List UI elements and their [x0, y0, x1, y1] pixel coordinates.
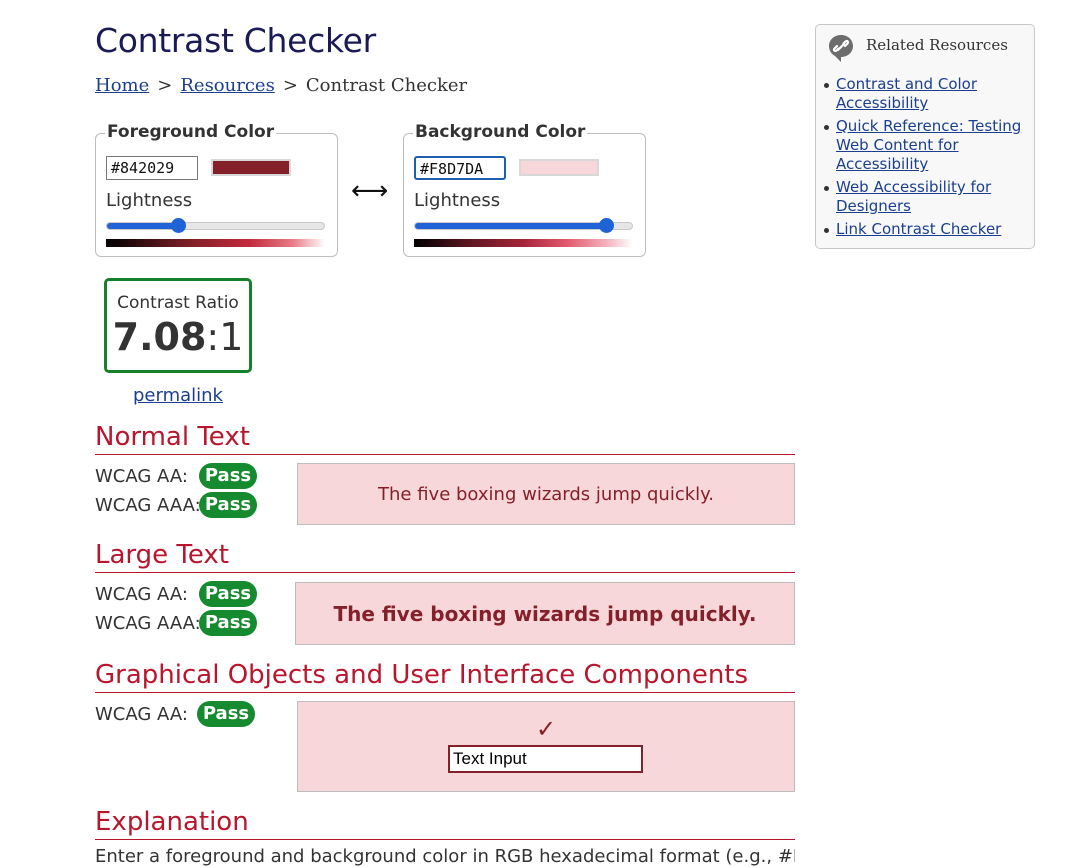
background-color-group: Background Color #F8D7DA Lightness [403, 122, 646, 257]
foreground-hex-input[interactable]: #842029 [106, 156, 198, 180]
related-link-contrast-color[interactable]: Contrast and Color Accessibility [836, 75, 977, 112]
related-resources-panel: Related Resources Contrast and Color Acc… [815, 24, 1035, 249]
foreground-lightness-label: Lightness [106, 190, 193, 211]
explanation-heading: Explanation [95, 807, 795, 840]
normal-text-heading: Normal Text [95, 422, 795, 455]
background-slider-fill [415, 223, 608, 229]
breadcrumb: Home > Resources > Contrast Checker [95, 75, 467, 96]
background-slider-thumb[interactable] [599, 218, 615, 233]
related-link-designers[interactable]: Web Accessibility for Designers [836, 178, 991, 215]
large-aaa-label: WCAG AAA: [95, 613, 201, 634]
related-link-link-contrast[interactable]: Link Contrast Checker [836, 220, 1001, 238]
graphical-aa-label: WCAG AA: [95, 704, 188, 725]
background-lightness-gradient [414, 239, 633, 247]
background-color-swatch[interactable] [519, 159, 599, 176]
left-right-arrow-icon: ⟷ [351, 176, 389, 206]
foreground-color-legend: Foreground Color [105, 122, 277, 142]
normal-aaa-status-badge: Pass [199, 492, 257, 518]
graphical-objects-heading: Graphical Objects and User Interface Com… [95, 660, 795, 693]
list-item: Web Accessibility for Designers [824, 178, 1026, 216]
contrast-ratio-label: Contrast Ratio [117, 293, 239, 313]
background-color-legend: Background Color [413, 122, 588, 142]
related-resources-list: Contrast and Color Accessibility Quick R… [824, 75, 1026, 243]
list-item: Quick Reference: Testing Web Content for… [824, 117, 1026, 174]
breadcrumb-resources-link[interactable]: Resources [180, 75, 274, 96]
breadcrumb-home-link[interactable]: Home [95, 75, 149, 96]
large-aa-status-badge: Pass [199, 581, 257, 607]
breadcrumb-current: Contrast Checker [305, 75, 468, 96]
large-aaa-status-badge: Pass [199, 610, 257, 636]
contrast-ratio-number: 7.08 [112, 315, 207, 359]
breadcrumb-separator: > [282, 75, 298, 96]
large-text-sample: The five boxing wizards jump quickly. [295, 582, 795, 645]
foreground-slider-fill [107, 223, 180, 229]
large-text-sample-text: The five boxing wizards jump quickly. [333, 601, 757, 626]
normal-aa-status-badge: Pass [199, 463, 257, 489]
contrast-ratio-box: Contrast Ratio 7.08:1 [104, 278, 252, 373]
sample-text-input[interactable]: Text Input [448, 745, 643, 773]
large-aa-label: WCAG AA: [95, 584, 188, 605]
contrast-ratio-value: 7.08:1 [107, 315, 249, 359]
related-resources-title: Related Resources [866, 36, 1008, 54]
related-link-quick-reference[interactable]: Quick Reference: Testing Web Content for… [836, 117, 1021, 173]
swap-colors-button[interactable]: ⟷ [351, 176, 389, 206]
large-text-heading: Large Text [95, 540, 795, 573]
foreground-slider-thumb[interactable] [170, 218, 186, 233]
breadcrumb-separator: > [157, 75, 173, 96]
normal-aaa-label: WCAG AAA: [95, 495, 201, 516]
normal-text-sample: The five boxing wizards jump quickly. [297, 463, 795, 525]
foreground-color-group: Foreground Color #842029 Lightness [95, 122, 338, 257]
list-item: Link Contrast Checker [824, 220, 1026, 239]
foreground-color-swatch[interactable] [211, 159, 291, 176]
background-hex-input[interactable]: #F8D7DA [414, 156, 506, 180]
graphical-aa-status-badge: Pass [197, 701, 255, 727]
permalink-link[interactable]: permalink [104, 385, 252, 406]
link-icon [829, 35, 853, 62]
background-lightness-label: Lightness [414, 190, 501, 211]
foreground-lightness-slider[interactable] [106, 222, 325, 230]
page-title: Contrast Checker [95, 21, 376, 60]
contrast-ratio-suffix: :1 [206, 315, 244, 359]
list-item: Contrast and Color Accessibility [824, 75, 1026, 113]
normal-text-sample-text: The five boxing wizards jump quickly. [378, 483, 714, 505]
normal-aa-label: WCAG AA: [95, 466, 188, 487]
foreground-lightness-gradient [106, 239, 325, 247]
checkmark-icon: ✓ [535, 715, 557, 743]
